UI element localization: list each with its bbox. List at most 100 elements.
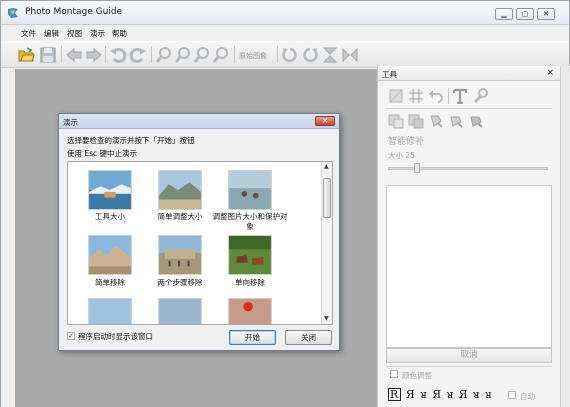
cancel-button[interactable]: 取消 (386, 348, 552, 363)
tools-divider (386, 108, 552, 109)
brush-icon[interactable] (428, 113, 444, 129)
title-bar: Photo Montage Guide ▁ ▢ ✕ (1, 1, 569, 25)
auto-checkbox[interactable] (508, 391, 516, 399)
menu-bar: 文件 编辑 视图 演示 帮助 (1, 26, 569, 40)
app-window: Photo Montage Guide ▁ ▢ ✕ 文件 编辑 视图 演示 帮助 (0, 0, 570, 407)
forward-arrow-icon[interactable] (85, 46, 103, 64)
demo-thumbnail[interactable] (158, 170, 202, 210)
demo-thumbnail[interactable] (228, 170, 272, 210)
maximize-button[interactable]: ▢ (516, 8, 534, 20)
menu-demo[interactable]: 演示 (90, 28, 105, 39)
grid-icon[interactable] (408, 88, 424, 104)
demo-thumbnail[interactable] (88, 170, 132, 210)
rotate-right-icon[interactable] (301, 46, 319, 64)
glyph-selector: R Я ᴚ Я ᴚ Я ᴚ ᴚ (388, 388, 493, 401)
undo-icon[interactable] (109, 46, 127, 64)
back-arrow-icon[interactable] (65, 46, 83, 64)
tools-options-box (386, 185, 552, 348)
brush-size-slider[interactable] (388, 167, 548, 170)
menu-view[interactable]: 视图 (67, 28, 82, 39)
demo-caption: 两个步骤移除 (157, 278, 203, 287)
menu-help[interactable]: 帮助 (112, 28, 127, 39)
minimize-button[interactable]: ▁ (495, 8, 513, 20)
brush-size-slider-thumb[interactable] (414, 163, 420, 173)
scroll-thumb[interactable] (323, 178, 331, 218)
tools-divider (386, 366, 552, 367)
dialog-esc-hint: 使用 Esc 键中止演示 (67, 149, 138, 158)
close-button[interactable]: 关闭 (285, 330, 332, 345)
demo-thumbnail[interactable] (158, 235, 202, 275)
tools-separator (448, 88, 449, 104)
toolbar-separator (277, 46, 278, 63)
panel-scrollbar[interactable] (560, 66, 570, 407)
dialog-close-button[interactable]: ✕ (315, 116, 335, 126)
glyph-option[interactable]: Я (406, 388, 416, 401)
start-button[interactable]: 开始 (229, 330, 276, 345)
left-margin (1, 69, 15, 407)
menu-file[interactable]: 文件 (21, 28, 36, 39)
save-icon[interactable] (39, 46, 57, 64)
dialog-instruction: 选择要检查的演示并按下「开始」按钮 (67, 136, 195, 145)
open-folder-icon[interactable] (17, 46, 35, 64)
zoom-in-icon[interactable] (155, 46, 173, 64)
protect-region-icon[interactable] (408, 113, 424, 129)
color-adjust-label: 颜色调整 (402, 371, 432, 380)
rotate-left-icon[interactable] (281, 46, 299, 64)
demo-thumbnail[interactable] (228, 235, 272, 275)
text-tool-icon[interactable] (452, 88, 468, 104)
scroll-down-icon[interactable]: ▼ (324, 315, 329, 322)
window-title: Photo Montage Guide (25, 7, 123, 17)
close-icon: ✕ (322, 117, 328, 125)
color-adjust-checkbox[interactable] (390, 370, 398, 378)
toolbar-separator (105, 46, 106, 63)
auto-label: 自动 (520, 392, 535, 401)
close-icon: ✕ (543, 10, 549, 18)
demo-thumbnail[interactable] (158, 298, 202, 325)
demo-list-scrollbar[interactable]: ▲ ▼ (321, 162, 332, 324)
demo-dialog: 演示 ✕ 选择要检查的演示并按下「开始」按钮 使用 Esc 键中止演示 工具大小… (58, 113, 340, 351)
toolbar-separator (151, 46, 152, 63)
menu-edit[interactable]: 编辑 (44, 28, 59, 39)
clear-mask-icon[interactable] (468, 113, 484, 129)
demo-thumbnail[interactable] (228, 298, 272, 325)
zoom-actual-icon[interactable] (212, 46, 230, 64)
select-region-icon[interactable] (388, 113, 404, 129)
glyph-option[interactable]: ᴚ (447, 388, 455, 401)
zoom-fit-icon[interactable] (193, 46, 211, 64)
crop-icon[interactable] (388, 88, 404, 104)
glyph-option[interactable]: Я (432, 388, 442, 401)
toolbar-separator (234, 46, 235, 63)
brush-size-label: 大小 25 (388, 151, 415, 160)
redo-icon[interactable] (129, 46, 147, 64)
scroll-up-icon[interactable]: ▲ (324, 163, 329, 170)
minimize-icon: ▁ (501, 10, 507, 18)
tools-panel-title: 工具 (382, 70, 397, 79)
close-window-button[interactable]: ✕ (537, 8, 555, 20)
demo-caption: 简单调整大小 (157, 212, 203, 221)
demo-thumbnail[interactable] (88, 298, 132, 325)
tools-panel-close-icon[interactable]: × (546, 68, 554, 78)
glyph-option[interactable]: R (388, 388, 402, 401)
glyph-option[interactable]: ᴚ (485, 388, 493, 401)
toolbar-separator (61, 46, 62, 63)
undo-step-icon[interactable] (428, 88, 444, 104)
maximize-icon: ▢ (521, 10, 529, 18)
original-image-button[interactable]: 原始图像 (239, 51, 267, 61)
dialog-title: 演示 (63, 118, 78, 127)
demo-caption: 工具大小 (95, 212, 125, 221)
startup-checkbox[interactable]: ✓ (67, 332, 75, 340)
dialog-title-bar: 演示 ✕ (59, 114, 339, 129)
app-icon (8, 8, 18, 18)
glyph-option[interactable]: ᴚ (473, 388, 481, 401)
eraser-icon[interactable] (448, 113, 464, 129)
startup-checkbox-label: 程序启动时显示该窗口 (78, 332, 153, 341)
wrench-icon[interactable] (472, 88, 488, 104)
demo-caption: 单向移除 (235, 278, 265, 287)
glyph-option[interactable]: ᴚ (420, 388, 428, 401)
demo-thumbnail[interactable] (88, 235, 132, 275)
glyph-option[interactable]: Я (459, 388, 469, 401)
tools-panel: 工具 × 智能修补 大小 25 取消 颜色调整 R Я ᴚ Я ᴚ Я ᴚ ᴚ … (377, 66, 560, 407)
flip-horizontal-icon[interactable] (341, 46, 359, 64)
zoom-out-icon[interactable] (174, 46, 192, 64)
flip-vertical-icon[interactable] (321, 46, 339, 64)
